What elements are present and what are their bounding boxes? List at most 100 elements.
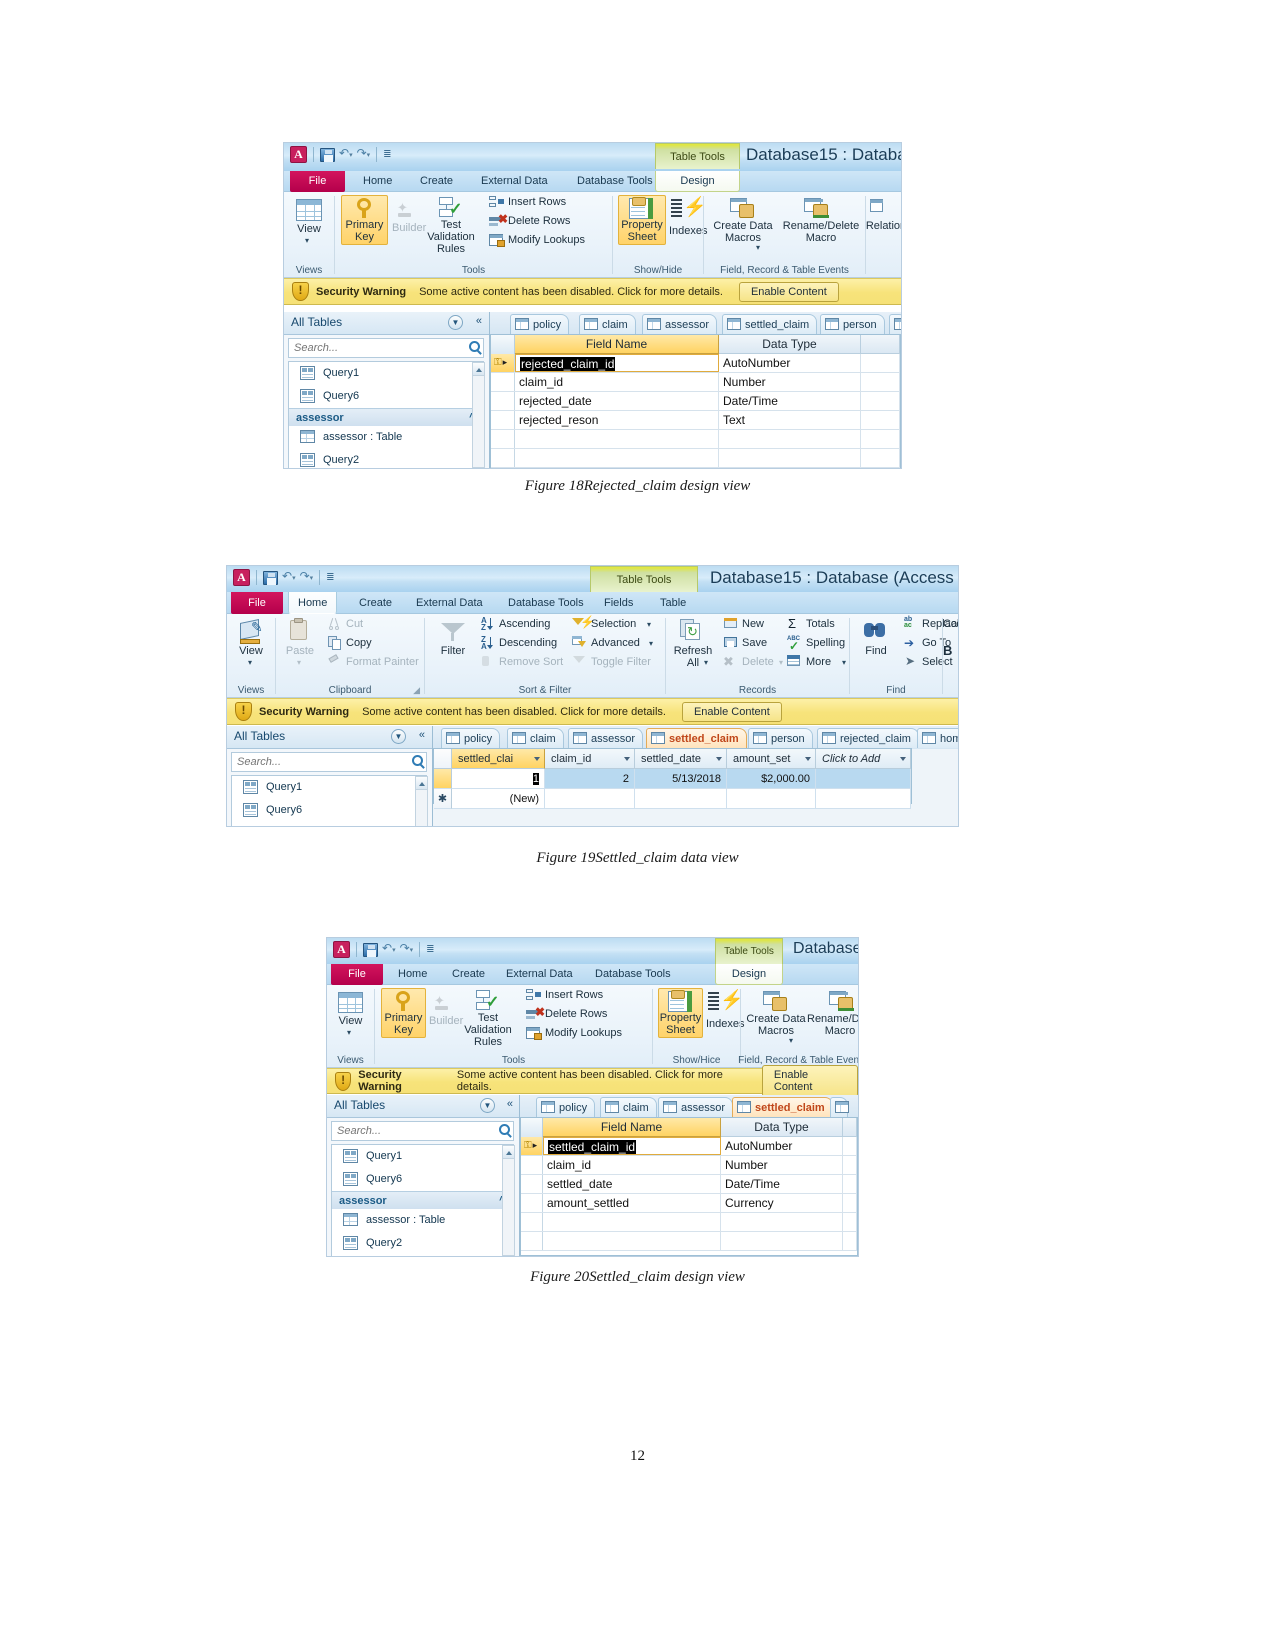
cell-field-name[interactable]: [543, 1232, 721, 1250]
doc-tab-claim[interactable]: claim: [579, 314, 636, 334]
cell-settled-date-new[interactable]: [635, 789, 727, 809]
cell-description[interactable]: [861, 449, 900, 467]
f18-primary-key-label[interactable]: Primary Key: [341, 219, 388, 243]
f18-nav-search-row[interactable]: [288, 338, 484, 358]
cell-description[interactable]: [843, 1156, 857, 1174]
nav-item-query6[interactable]: Query6: [232, 799, 426, 822]
column-header-field-name[interactable]: Field Name: [543, 1118, 721, 1137]
f18-tab-create[interactable]: Create: [411, 171, 462, 192]
f19-ribbon-tab-strip[interactable]: File Home Create External Data Database …: [227, 592, 958, 614]
row-selector[interactable]: ⚿: [491, 354, 515, 372]
table-row[interactable]: rejected_date Date/Time: [491, 392, 900, 411]
f20-document-tabs[interactable]: policy claim assessor settled_claim: [520, 1095, 858, 1118]
f19-descending-label[interactable]: Descending: [499, 637, 557, 649]
f19-tab-external-data[interactable]: External Data: [407, 592, 492, 614]
f20-view-button-label[interactable]: View: [327, 1015, 374, 1027]
cell-field-name[interactable]: [515, 449, 719, 467]
cell-field-name[interactable]: [515, 430, 719, 448]
nav-group-assessor[interactable]: assessor ^: [289, 408, 483, 426]
f18-document-tabs[interactable]: policy claim assessor settled_claim pers…: [490, 312, 901, 335]
f19-quick-access-toolbar[interactable]: A ↶▾ ↷▾ ≣: [233, 569, 335, 586]
column-header-click-to-add[interactable]: Click to Add: [816, 749, 911, 769]
doc-tab-claim[interactable]: claim: [600, 1097, 657, 1117]
selection-dropdown-icon[interactable]: ▾: [647, 620, 651, 629]
doc-tab-person[interactable]: person: [820, 314, 885, 334]
f18-nav-scrollbar[interactable]: [472, 362, 485, 468]
table-row-empty[interactable]: [521, 1213, 857, 1232]
cell-claim-id-new[interactable]: [545, 789, 635, 809]
cell-field-name[interactable]: rejected_date: [515, 392, 719, 410]
f19-selection-label[interactable]: Selection: [591, 618, 636, 630]
f18-view-button-label[interactable]: View: [284, 223, 334, 235]
customize-quick-access-icon[interactable]: ≣: [383, 149, 391, 160]
view-dropdown-icon[interactable]: ▾: [305, 236, 309, 245]
cell-description[interactable]: [843, 1232, 857, 1250]
f20-nav-search-row[interactable]: [331, 1121, 514, 1141]
cell-data-type[interactable]: [719, 449, 861, 467]
save-icon[interactable]: [263, 570, 278, 585]
cell-data-type[interactable]: Text: [719, 411, 861, 429]
f20-create-data-macros-label[interactable]: Create Data Macros: [741, 1013, 811, 1037]
nav-menu-chevron-icon[interactable]: ▼: [480, 1098, 495, 1113]
cell-description[interactable]: [861, 373, 900, 391]
cell-description[interactable]: [861, 392, 900, 410]
doc-tab-claim[interactable]: claim: [507, 728, 564, 748]
f19-copy-label[interactable]: Copy: [346, 637, 372, 649]
f19-paste-label[interactable]: Paste: [278, 645, 322, 657]
row-selector[interactable]: [521, 1194, 543, 1212]
access-app-icon[interactable]: A: [233, 569, 250, 586]
f18-ribbon-tab-strip[interactable]: File Home Create External Data Database …: [284, 171, 901, 192]
f19-ascending-label[interactable]: Ascending: [499, 618, 550, 630]
f19-view-button-label[interactable]: View: [227, 645, 275, 657]
cell-data-type[interactable]: Currency: [721, 1194, 843, 1212]
nav-item-query1[interactable]: Query1: [332, 1145, 513, 1168]
cell-description[interactable]: [843, 1175, 857, 1193]
f19-find-label[interactable]: Find: [854, 645, 898, 657]
cell-field-name[interactable]: amount_settled: [543, 1194, 721, 1212]
f19-spelling-label[interactable]: Spelling: [806, 637, 845, 649]
row-selector[interactable]: [521, 1175, 543, 1193]
f20-tab-design[interactable]: Design: [715, 964, 783, 985]
refresh-dropdown-icon[interactable]: ▾: [704, 658, 708, 667]
chevron-down-icon[interactable]: [534, 757, 540, 761]
view-dropdown-icon[interactable]: ▾: [347, 1028, 351, 1037]
column-header-description[interactable]: [843, 1118, 857, 1137]
nav-item-query1[interactable]: Query1: [289, 362, 483, 385]
f20-indexes-label[interactable]: Indexes: [706, 1018, 745, 1030]
doc-tab-partial[interactable]: [889, 314, 901, 334]
f18-insert-rows-label[interactable]: Insert Rows: [508, 196, 566, 208]
table-row[interactable]: settled_date Date/Time: [521, 1175, 857, 1194]
f18-tab-home[interactable]: Home: [354, 171, 401, 192]
view-icon[interactable]: [296, 199, 322, 221]
view-icon[interactable]: [338, 992, 363, 1013]
f18-property-sheet-label[interactable]: Property Sheet: [618, 219, 666, 243]
f20-delete-rows-label[interactable]: Delete Rows: [545, 1008, 607, 1020]
cell-amount-settled[interactable]: $2,000.00: [727, 769, 816, 789]
nav-menu-chevron-icon[interactable]: ▼: [448, 315, 463, 330]
view-dropdown-icon[interactable]: ▾: [248, 658, 252, 667]
f18-quick-access-toolbar[interactable]: A ↶▾ ↷▾ ≣: [290, 146, 392, 163]
f19-tab-create[interactable]: Create: [350, 592, 401, 614]
column-header-data-type[interactable]: Data Type: [719, 335, 861, 354]
row-selector[interactable]: [491, 373, 515, 391]
column-header-settled-claim-id[interactable]: settled_clai: [452, 749, 545, 769]
nav-item-assessor-table[interactable]: assessor : Table: [289, 426, 483, 449]
table-row[interactable]: rejected_reson Text: [491, 411, 900, 430]
column-header-amount-settled[interactable]: amount_set: [727, 749, 816, 769]
f18-create-data-macros-label[interactable]: Create Data Macros: [708, 220, 778, 244]
chevron-down-icon[interactable]: [805, 757, 811, 761]
cell-amount-settled-new[interactable]: [727, 789, 816, 809]
create-data-macros-dropdown-icon[interactable]: ▾: [789, 1036, 793, 1045]
scroll-up-icon[interactable]: [416, 777, 427, 790]
cell-data-type[interactable]: Number: [721, 1156, 843, 1174]
f19-tab-database-tools[interactable]: Database Tools: [499, 592, 593, 614]
cell-field-name[interactable]: settled_date: [543, 1175, 721, 1193]
view-icon[interactable]: ✎: [239, 618, 263, 644]
cell-description[interactable]: [861, 430, 900, 448]
cell-field-name[interactable]: rejected_claim_id: [515, 354, 719, 372]
f19-document-tabs[interactable]: policy claim assessor settled_claim pers…: [433, 726, 958, 749]
cell-data-type[interactable]: AutoNumber: [721, 1137, 843, 1155]
table-row-new[interactable]: ✱ (New): [434, 789, 911, 809]
doc-tab-person[interactable]: person: [748, 728, 813, 748]
nav-item-query6[interactable]: Query6: [332, 1168, 513, 1191]
